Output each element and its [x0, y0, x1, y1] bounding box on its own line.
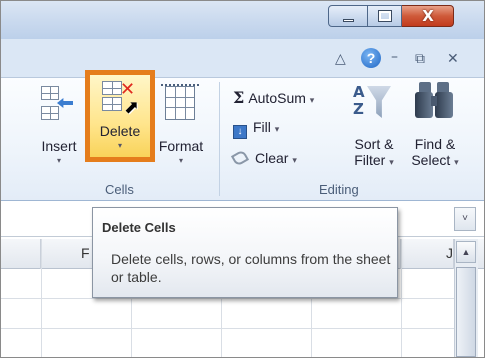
maximize-icon — [379, 11, 391, 21]
clear-label: Clear — [255, 150, 289, 166]
cells-group-label: Cells — [105, 182, 134, 197]
insert-cells-icon — [35, 78, 83, 132]
formula-expand-button[interactable]: ˅ — [454, 207, 476, 231]
autosum-button[interactable]: Σ AutoSum ▾ — [233, 88, 314, 107]
clear-dropdown-icon: ▾ — [292, 155, 297, 165]
delete-cells-tooltip: Delete Cells Delete cells, rows, or colu… — [92, 207, 398, 298]
title-bar: X — [1, 1, 484, 39]
minimize-button[interactable] — [328, 5, 368, 27]
maximize-button[interactable] — [368, 5, 402, 27]
fill-label: Fill — [253, 119, 271, 135]
ribbon-tab-row: △ ? – ⧉ ✕ — [1, 39, 484, 77]
sigma-icon: Σ — [233, 88, 245, 107]
fill-dropdown-icon: ▾ — [274, 124, 280, 134]
delete-label: Delete — [99, 123, 141, 139]
find-select-label-line1: Find & — [414, 136, 456, 152]
sort-filter-button[interactable]: A Z Sort & Filter ▾ — [345, 78, 403, 168]
autosum-dropdown-icon: ▾ — [309, 95, 315, 105]
fill-down-icon: ↓ — [233, 125, 247, 139]
delete-button[interactable]: ✕ ⬈ Delete ▾ — [85, 70, 155, 162]
binoculars-icon — [405, 78, 465, 132]
grid-row — [1, 299, 454, 329]
chevron-down-icon: ˅ — [462, 213, 468, 224]
editing-group-label: Editing — [319, 182, 359, 197]
delete-dropdown-icon: ▾ — [117, 141, 122, 150]
workbook-minimize-icon[interactable]: – — [391, 49, 398, 65]
format-button[interactable]: Format ▾ — [153, 78, 209, 165]
minimize-icon — [343, 19, 354, 22]
grid-line — [41, 239, 42, 357]
delete-cells-icon: ✕ ⬈ — [90, 75, 150, 121]
sort-filter-label-line2: Filter ▾ — [354, 152, 394, 168]
tooltip-body: Delete cells, rows, or columns from the … — [111, 251, 391, 285]
tooltip-title: Delete Cells — [102, 220, 176, 235]
fill-button[interactable]: ↓ Fill ▾ — [233, 119, 279, 139]
eraser-icon — [230, 149, 250, 167]
workbook-close-icon[interactable]: ✕ — [447, 51, 459, 67]
format-cells-icon — [153, 78, 209, 132]
grid-line — [401, 239, 402, 357]
triangle-up-icon: ▲ — [461, 247, 471, 257]
scroll-thumb[interactable] — [456, 267, 476, 357]
mouse-cursor-icon: ⬈ — [124, 97, 140, 117]
find-select-button[interactable]: Find & Select ▾ — [405, 78, 465, 168]
select-all-corner[interactable] — [1, 239, 41, 269]
clear-button[interactable]: Clear ▾ — [230, 149, 297, 167]
grid-row — [1, 329, 454, 357]
group-divider — [219, 82, 220, 196]
scroll-up-button[interactable]: ▲ — [456, 241, 476, 263]
workbook-restore-icon[interactable]: ⧉ — [415, 51, 425, 67]
insert-label: Insert — [41, 138, 77, 154]
sort-filter-label-line1: Sort & — [354, 136, 394, 152]
column-f-label: F — [81, 245, 90, 261]
format-dropdown-icon: ▾ — [178, 156, 183, 165]
insert-button[interactable]: Insert ▾ — [35, 78, 83, 165]
format-label: Format — [158, 138, 204, 154]
autosum-label: AutoSum — [248, 90, 306, 106]
collapse-ribbon-icon[interactable]: △ — [335, 51, 346, 67]
close-button[interactable]: X — [402, 5, 454, 27]
ribbon: Insert ▾ Format ▾ Cells Σ AutoSum ▾ ↓ Fill… — [1, 77, 484, 201]
close-icon: X — [422, 7, 434, 25]
insert-dropdown-icon: ▾ — [56, 156, 61, 165]
vertical-scrollbar[interactable]: ▲ — [454, 239, 478, 357]
sort-filter-icon: A Z — [345, 78, 403, 132]
column-j-label: J — [446, 245, 453, 261]
excel-window: X △ ? – ⧉ ✕ Insert ▾ Format ▾ Cells Σ Au… — [0, 0, 485, 358]
find-select-label-line2: Select ▾ — [411, 152, 459, 168]
help-icon[interactable]: ? — [361, 48, 381, 68]
